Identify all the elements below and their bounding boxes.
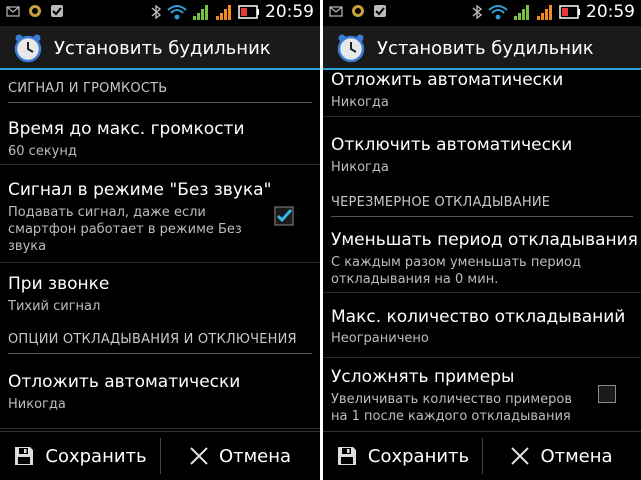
pref-silent-mode[interactable]: Сигнал в режиме "Без звука" Подавать сиг… [0, 164, 320, 263]
cancel-label: Отмена [218, 445, 292, 467]
bluetooth-icon [472, 4, 483, 20]
pref-max-snoozes[interactable]: Макс. количество откладываний Неограниче… [323, 292, 641, 358]
pref-title: Отключить автоматически [331, 135, 573, 155]
pref-title: Макс. количество откладываний [331, 307, 626, 327]
status-time: 20:59 [265, 2, 314, 22]
silent-mode-checkbox[interactable] [274, 206, 294, 226]
email-icon [6, 6, 20, 17]
pref-summary: Увеличивать количество примеров на 1 пос… [331, 392, 573, 424]
status-bar: 20:59 [323, 0, 641, 26]
settings-list: СИГНАЛ И ГРОМКОСТЬ Время до макс. громко… [0, 72, 320, 430]
app-notification-icon [352, 5, 364, 17]
signal-2-icon [537, 5, 552, 20]
close-icon [511, 447, 530, 465]
check-notification-icon [374, 5, 386, 17]
battery-icon [238, 5, 259, 19]
signal-1-icon [514, 5, 529, 20]
pref-title: Усложнять примеры [331, 367, 515, 387]
pref-title: Время до макс. громкости [8, 119, 245, 139]
pref-reduce-snooze[interactable]: Уменьшать период откладывания С каждым р… [323, 220, 641, 293]
pref-title: При звонке [8, 274, 110, 294]
floppy-disk-icon [15, 447, 34, 465]
pref-title: Отложить автоматически [8, 372, 241, 392]
pref-summary: Подавать сигнал, даже если смартфон рабо… [8, 205, 242, 254]
left-screen: 20:59 Установить будильник СИГНАЛ И ГРОМ… [0, 0, 320, 480]
pref-harder-puzzles[interactable]: Усложнять примеры Увеличивать количество… [323, 357, 641, 429]
pref-max-volume-time[interactable]: Время до макс. громкости 60 секунд [0, 106, 320, 165]
action-bar: Установить будильник [0, 26, 320, 70]
signal-1-icon [193, 5, 208, 20]
bluetooth-icon [151, 4, 162, 20]
cancel-button[interactable]: Отмена [160, 432, 320, 480]
pref-title: Сигнал в режиме "Без звука" [8, 180, 272, 200]
action-bar: Установить будильник [323, 26, 641, 70]
check-notification-icon [51, 5, 63, 17]
alarm-clock-icon[interactable] [12, 32, 44, 64]
pref-auto-snooze[interactable]: Отложить автоматически Никогда [0, 358, 320, 429]
harder-puzzles-checkbox[interactable] [598, 385, 616, 403]
battery-icon [559, 5, 580, 19]
app-notification-icon [29, 5, 41, 17]
pref-title: Отложить автоматически [331, 72, 564, 90]
save-button[interactable]: Сохранить [0, 432, 160, 480]
bottom-bar: Сохранить Отмена [0, 431, 320, 480]
cancel-button[interactable]: Отмена [482, 432, 641, 480]
pref-auto-dismiss[interactable]: Отключить автоматически Никогда [323, 116, 641, 186]
right-screen: 20:59 Установить будильник Отложить авто… [323, 0, 641, 480]
category-header-signal: СИГНАЛ И ГРОМКОСТЬ [8, 81, 312, 103]
email-icon [329, 6, 343, 17]
cancel-label: Отмена [540, 445, 613, 467]
category-header-excessive-snooze: ЧЕРЕЗМЕРНОЕ ОТКЛАДЫВАНИЕ [331, 195, 633, 217]
pref-title: Уменьшать период откладывания [331, 230, 638, 250]
close-icon [190, 447, 208, 465]
wifi-icon [488, 5, 508, 20]
pref-summary: Тихий сигнал [8, 299, 101, 314]
signal-2-icon [216, 5, 231, 20]
status-time: 20:59 [586, 2, 635, 22]
pref-summary: Никогда [331, 95, 389, 110]
pref-auto-snooze[interactable]: Отложить автоматически Никогда [323, 72, 641, 117]
category-header-snooze: ОПЦИИ ОТКЛАДЫВАНИЯ И ОТКЛЮЧЕНИЯ [8, 332, 312, 354]
pref-summary: 60 секунд [8, 144, 77, 159]
save-label: Сохранить [45, 445, 147, 467]
settings-list: Отложить автоматически Никогда Отключить… [323, 72, 641, 430]
pref-summary: Никогда [8, 397, 66, 412]
pref-summary: Неограничено [331, 331, 429, 346]
pref-summary: Никогда [331, 160, 389, 175]
page-title: Установить будильник [377, 37, 594, 59]
status-bar: 20:59 [0, 0, 320, 26]
pref-summary: С каждым разом уменьшать период откладыв… [331, 255, 581, 287]
floppy-disk-icon [337, 447, 356, 465]
bottom-bar: Сохранить Отмена [323, 431, 641, 480]
wifi-icon [167, 5, 187, 20]
page-title: Установить будильник [54, 37, 271, 59]
pref-on-call[interactable]: При звонке Тихий сигнал [0, 262, 320, 318]
save-button[interactable]: Сохранить [323, 432, 482, 480]
alarm-clock-icon[interactable] [335, 32, 367, 64]
save-label: Сохранить [367, 445, 470, 467]
